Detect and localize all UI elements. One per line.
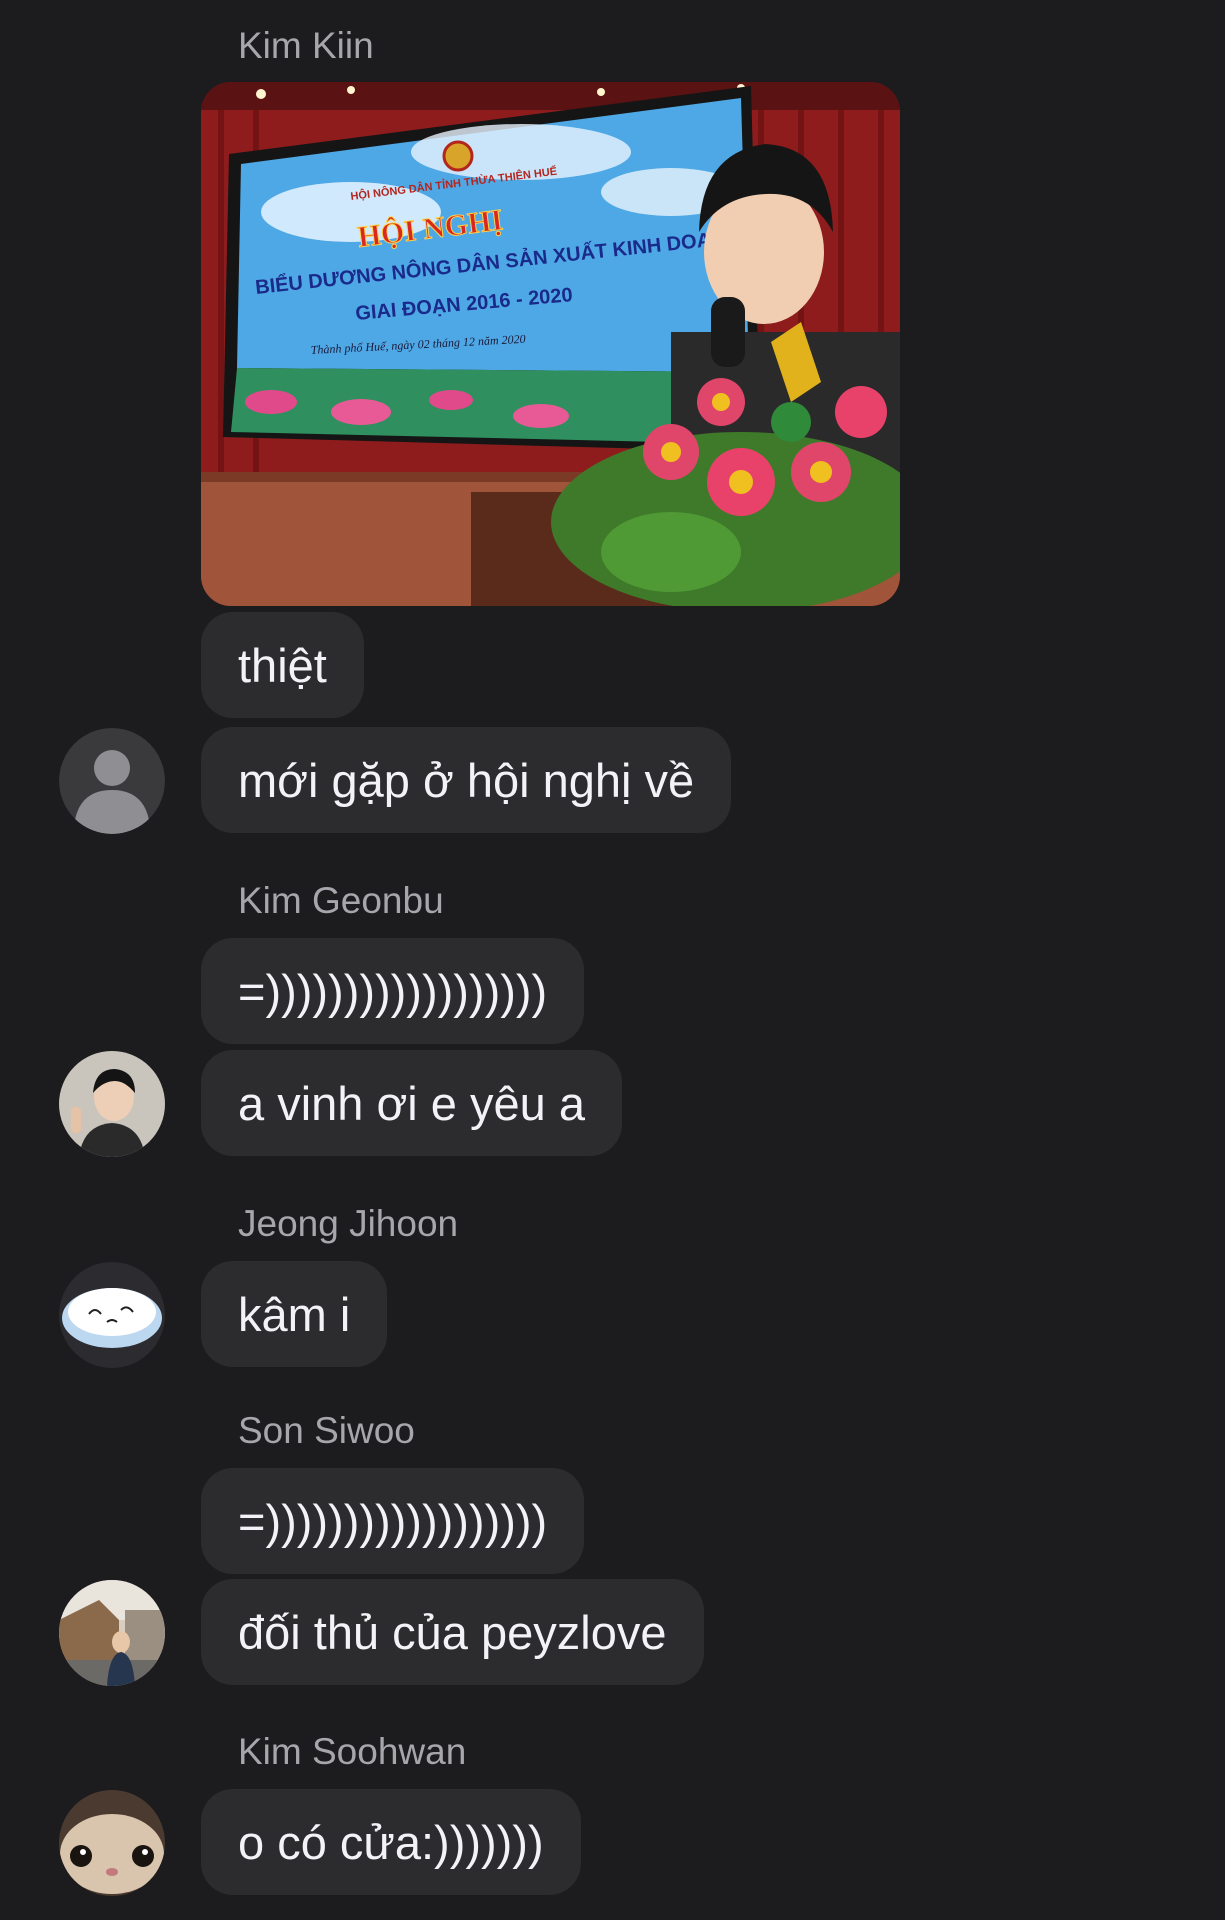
avatar-kim-soohwan[interactable]	[59, 1790, 165, 1896]
message-bubble[interactable]: a vinh ơi e yêu a	[201, 1050, 622, 1156]
sender-name-kim-kiin: Kim Kiin	[238, 25, 374, 66]
sender-name-kim-geonbu: Kim Geonbu	[238, 880, 444, 921]
sender-name-son-siwoo: Son Siwoo	[238, 1410, 415, 1451]
message-bubble[interactable]: thiệt	[201, 612, 364, 718]
message-bubble[interactable]: đối thủ của peyzlove	[201, 1579, 704, 1685]
avatar-kim-geonbu[interactable]	[59, 1051, 165, 1157]
conference-photo-image: HỘI NÔNG DÂN TỈNH THỪA THIÊN HUẾ HỘI NGH…	[201, 82, 900, 606]
avatar-default-icon[interactable]	[59, 728, 165, 834]
message-bubble[interactable]: =))))))))))))))))))	[201, 1468, 585, 1574]
sender-name-jeong-jihoon: Jeong Jihoon	[238, 1203, 459, 1244]
avatar-jeong-jihoon[interactable]	[59, 1262, 165, 1368]
message-bubble[interactable]: kâm i	[201, 1261, 388, 1367]
message-bubble[interactable]: o có cửa:)))))))	[201, 1789, 581, 1895]
avatar-son-siwoo[interactable]	[59, 1580, 165, 1686]
message-photo-conference[interactable]: HỘI NÔNG DÂN TỈNH THỪA THIÊN HUẾ HỘI NGH…	[201, 82, 900, 606]
sender-name-kim-soohwan: Kim Soohwan	[238, 1731, 467, 1772]
message-bubble[interactable]: =))))))))))))))))))	[201, 938, 585, 1044]
message-bubble[interactable]: mới gặp ở hội nghị về	[201, 727, 732, 833]
